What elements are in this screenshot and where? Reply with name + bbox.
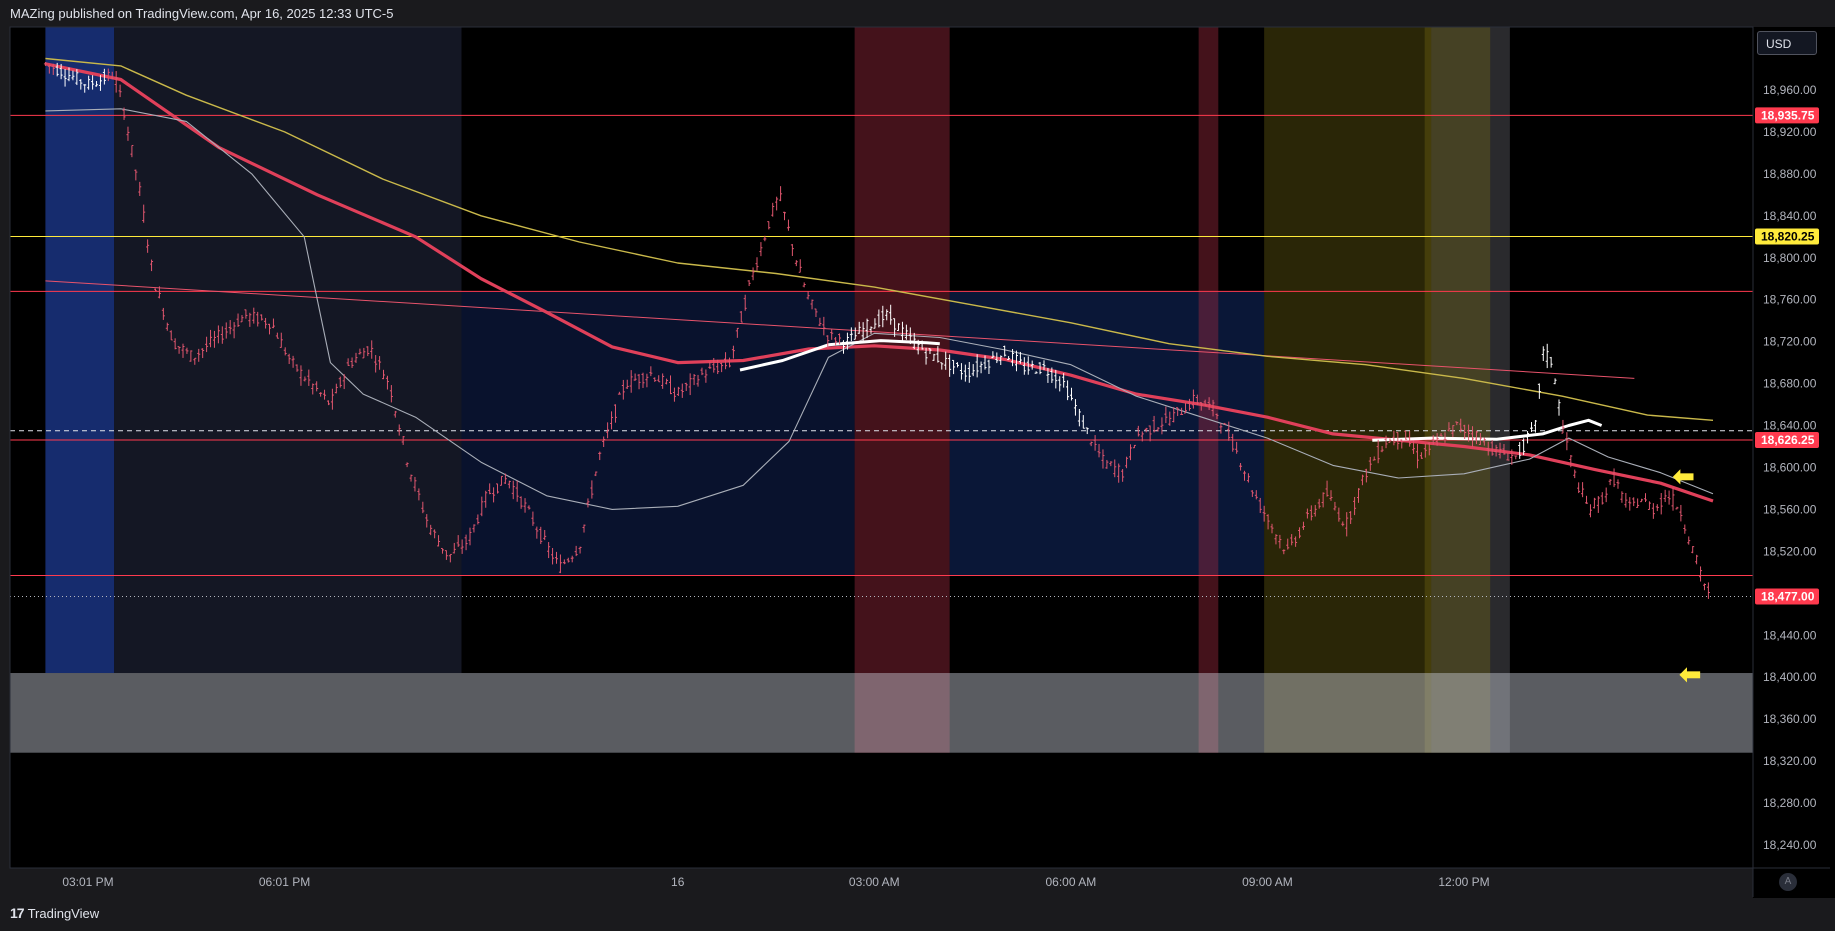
time-tick-label: 03:01 PM xyxy=(62,875,113,889)
price-tick-label: 18,960.00 xyxy=(1763,83,1817,97)
price-tick-label: 18,440.00 xyxy=(1763,628,1817,642)
tradingview-mark-icon: 17 xyxy=(10,905,25,921)
price-label-text: 18,820.25 xyxy=(1761,230,1815,244)
price-scale[interactable]: 19,000.0018,960.0018,920.0018,880.0018,8… xyxy=(1753,27,1835,898)
session-shade xyxy=(1198,27,1219,753)
time-tick-label: 09:00 AM xyxy=(1242,875,1293,889)
session-shade xyxy=(1424,27,1491,753)
price-tick-label: 18,800.00 xyxy=(1763,251,1817,265)
session-shade xyxy=(45,27,115,674)
tradingview-brand-text: TradingView xyxy=(27,905,100,921)
price-tick-label: 18,760.00 xyxy=(1763,293,1817,307)
price-tick-label: 18,600.00 xyxy=(1763,460,1817,474)
price-chart[interactable]: 19,000.0018,960.0018,920.0018,880.0018,8… xyxy=(0,0,1835,931)
price-tick-label: 18,520.00 xyxy=(1763,544,1817,558)
price-label-text: 18,935.75 xyxy=(1761,108,1815,122)
price-tick-label: 18,320.00 xyxy=(1763,754,1817,768)
price-label-text: 18,626.25 xyxy=(1761,433,1815,447)
zone-box xyxy=(10,673,1753,753)
price-tick-label: 18,640.00 xyxy=(1763,419,1817,433)
time-tick-label: 16 xyxy=(671,875,685,889)
price-tick-label: 18,680.00 xyxy=(1763,377,1817,391)
session-shade xyxy=(114,27,462,674)
price-tick-label: 18,280.00 xyxy=(1763,796,1817,810)
time-axis[interactable]: 03:01 PM 06:01 PM 16 03:00 AM 06:00 AM 09:00 … xyxy=(62,875,1489,889)
price-tick-label: 18,920.00 xyxy=(1763,125,1817,139)
currency-selector[interactable]: USD xyxy=(1757,31,1817,55)
time-tick-label: 06:00 AM xyxy=(1046,875,1097,889)
session-shade xyxy=(854,27,950,753)
time-tick-label: 06:01 PM xyxy=(259,875,310,889)
left-arrow-icon: ⬅ xyxy=(1672,460,1695,491)
left-arrow-icon: ⬅ xyxy=(1679,659,1702,690)
price-tick-label: 18,240.00 xyxy=(1763,838,1817,852)
session-shade xyxy=(1264,27,1432,753)
time-tick-label: 03:00 AM xyxy=(849,875,900,889)
price-tick-label: 18,880.00 xyxy=(1763,167,1817,181)
price-label-text: 18,477.00 xyxy=(1761,589,1815,603)
price-tick-label: 18,360.00 xyxy=(1763,712,1817,726)
price-tick-label: 18,720.00 xyxy=(1763,335,1817,349)
price-tick-label: 18,560.00 xyxy=(1763,502,1817,516)
session-shade xyxy=(461,291,855,576)
time-tick-label: 12:00 PM xyxy=(1438,875,1489,889)
price-tick-label: 18,400.00 xyxy=(1763,670,1817,684)
price-tick-label: 18,840.00 xyxy=(1763,209,1817,223)
tradingview-logo[interactable]: 17 TradingView xyxy=(10,905,99,921)
auto-scale-button[interactable]: A xyxy=(1779,873,1797,891)
